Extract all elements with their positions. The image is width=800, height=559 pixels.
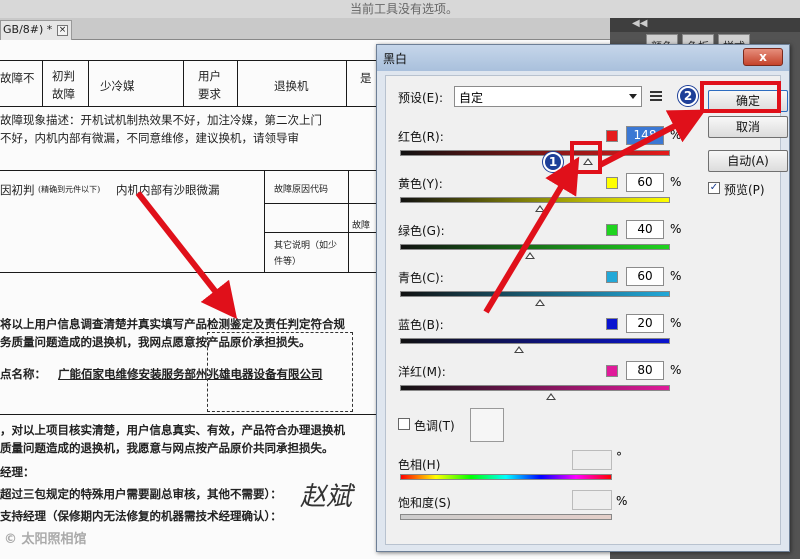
- annotation-arrows: [135, 109, 706, 320]
- arrow-to-ok: [598, 109, 706, 168]
- arrow-to-slider: [483, 156, 580, 314]
- arrow-to-stamp: [135, 191, 238, 320]
